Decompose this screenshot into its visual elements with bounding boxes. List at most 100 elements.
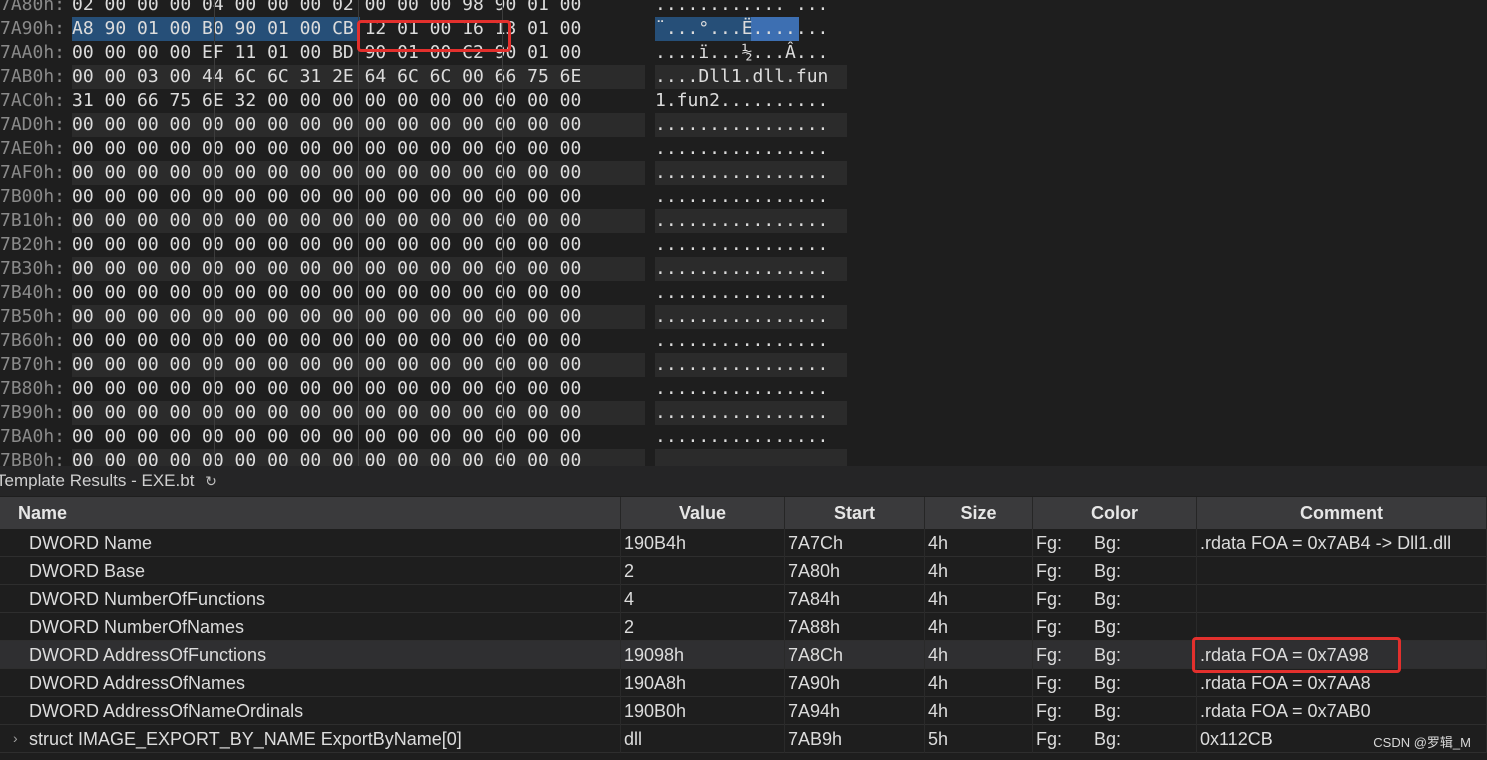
hex-address: 7AB0h: — [0, 66, 66, 87]
watermark: CSDN @罗辑_M — [1373, 735, 1471, 750]
hex-ascii[interactable]: ................ — [655, 353, 847, 377]
cell-size: 4h — [925, 613, 1033, 641]
cell-value: 4 — [621, 585, 785, 613]
refresh-icon[interactable]: ↻ — [205, 466, 217, 496]
highlight-box-bytes — [357, 20, 511, 52]
table-row[interactable]: DWORD NumberOfFunctions 4 7A84h 4h Fg: Bg: — [0, 585, 1487, 613]
table-row[interactable]: DWORD Base 2 7A80h 4h Fg: Bg: — [0, 557, 1487, 585]
hex-address: 7B20h: — [0, 234, 66, 255]
hex-row[interactable]: 7B00h: 00 00 00 00 00 00 00 00 00 00 00 0… — [0, 185, 1487, 209]
column-header-comment[interactable]: Comment — [1197, 497, 1487, 529]
hex-address: 7B60h: — [0, 330, 66, 351]
cell-color-bg: Bg: — [1092, 641, 1197, 669]
cell-color-fg: Fg: — [1036, 645, 1063, 665]
cell-start: 7AB9h — [785, 725, 925, 753]
column-header-color[interactable]: Color — [1033, 497, 1197, 529]
hex-ascii[interactable]: ................ — [655, 401, 847, 425]
hex-ascii[interactable]: ¨...°...Ë....... — [655, 17, 847, 41]
template-results-title: Template Results - EXE.bt — [0, 471, 195, 490]
cell-name: DWORD NumberOfNames — [0, 613, 621, 641]
hex-ascii[interactable]: ................ — [655, 425, 847, 449]
hex-group-divider-2 — [358, 0, 359, 466]
column-header-value[interactable]: Value — [621, 497, 785, 529]
hex-ascii[interactable]: ................ — [655, 233, 847, 257]
cell-color-fg: Fg: — [1036, 561, 1063, 581]
cell-start: 7A84h — [785, 585, 925, 613]
hex-ascii[interactable]: 1.fun2.......... — [655, 89, 847, 113]
hex-ascii[interactable]: ................ — [655, 137, 847, 161]
hex-address: 7B30h: — [0, 258, 66, 279]
cell-size: 4h — [925, 585, 1033, 613]
hex-row[interactable]: 7AE0h: 00 00 00 00 00 00 00 00 00 00 00 0… — [0, 137, 1487, 161]
cell-color-bg: Bg: — [1092, 669, 1197, 697]
hex-address: 7A80h: — [0, 0, 66, 15]
hex-row[interactable]: 7AF0h: 00 00 00 00 00 00 00 00 00 00 00 0… — [0, 161, 1487, 185]
cell-value: dll — [621, 725, 785, 753]
cell-color-fg: Fg: — [1036, 533, 1063, 553]
hex-row[interactable]: 7B50h: 00 00 00 00 00 00 00 00 00 00 00 0… — [0, 305, 1487, 329]
cell-color-bg: Bg: — [1092, 725, 1197, 753]
column-header-name[interactable]: Name — [0, 497, 621, 529]
hex-address: 7BB0h: — [0, 450, 66, 466]
table-row[interactable]: DWORD AddressOfNames 190A8h 7A90h 4h Fg: Bg:.… — [0, 669, 1487, 697]
hex-row[interactable]: 7BA0h: 00 00 00 00 00 00 00 00 00 00 00 0… — [0, 425, 1487, 449]
cell-start: 7A7Ch — [785, 529, 925, 557]
cell-name: struct IMAGE_EXPORT_BY_NAME ExportByName… — [0, 725, 621, 753]
hex-address: 7B40h: — [0, 282, 66, 303]
column-header-size[interactable]: Size — [925, 497, 1033, 529]
hex-row[interactable]: 7B30h: 00 00 00 00 00 00 00 00 00 00 00 0… — [0, 257, 1487, 281]
hex-ascii[interactable]: ................ — [655, 209, 847, 233]
cell-size: 5h — [925, 725, 1033, 753]
hex-ascii[interactable]: ....ï...½...Â... — [655, 41, 847, 65]
cell-value: 19098h — [621, 641, 785, 669]
hex-ascii[interactable] — [655, 449, 847, 466]
hex-row[interactable]: 7A90h: A8 90 01 00 B0 90 01 00 CB 12 01 0… — [0, 17, 1487, 41]
cell-color-fg: Fg: — [1036, 729, 1063, 749]
hex-ascii[interactable]: ............˜... — [655, 0, 847, 17]
hex-row[interactable]: 7AA0h: 00 00 00 00 EF 11 01 00 BD 90 01 0… — [0, 41, 1487, 65]
hex-address: 7A90h: — [0, 18, 66, 39]
cell-color-bg: Bg: — [1092, 613, 1197, 641]
hex-ascii[interactable]: ................ — [655, 185, 847, 209]
hex-ascii[interactable]: ................ — [655, 281, 847, 305]
cell-color-bg: Bg: — [1092, 557, 1197, 585]
hex-address: 7B70h: — [0, 354, 66, 375]
hex-row[interactable]: 7B10h: 00 00 00 00 00 00 00 00 00 00 00 0… — [0, 209, 1487, 233]
cell-size: 4h — [925, 669, 1033, 697]
hex-ascii[interactable]: ....Dll1.dll.fun — [655, 65, 847, 89]
cell-color-bg: Bg: — [1092, 529, 1197, 557]
template-results-table: Name Value Start Size Color Comment DWOR… — [0, 497, 1487, 760]
table-row[interactable]: DWORD AddressOfNameOrdinals 190B0h 7A94h 4h… — [0, 697, 1487, 725]
hex-row[interactable]: 7BB0h: 00 00 00 00 00 00 00 00 00 00 00 0… — [0, 449, 1487, 466]
hex-editor[interactable]: 7A80h: 02 00 00 00 04 00 00 00 02 00 00 0… — [0, 0, 1487, 466]
hex-row[interactable]: 7AD0h: 00 00 00 00 00 00 00 00 00 00 00 0… — [0, 113, 1487, 137]
table-row[interactable]: › struct IMAGE_EXPORT_BY_NAME ExportByNam… — [0, 725, 1487, 753]
hex-row[interactable]: 7B20h: 00 00 00 00 00 00 00 00 00 00 00 0… — [0, 233, 1487, 257]
hex-row[interactable]: 7A80h: 02 00 00 00 04 00 00 00 02 00 00 0… — [0, 0, 1487, 17]
hex-row[interactable]: 7AB0h: 00 00 03 00 44 6C 6C 31 2E 64 6C 6… — [0, 65, 1487, 89]
cell-value: 190B4h — [621, 529, 785, 557]
hex-ascii[interactable]: ................ — [655, 113, 847, 137]
hex-row[interactable]: 7B90h: 00 00 00 00 00 00 00 00 00 00 00 0… — [0, 401, 1487, 425]
hex-row[interactable]: 7B70h: 00 00 00 00 00 00 00 00 00 00 00 0… — [0, 353, 1487, 377]
hex-row[interactable]: 7B80h: 00 00 00 00 00 00 00 00 00 00 00 0… — [0, 377, 1487, 401]
cell-size: 4h — [925, 641, 1033, 669]
hex-ascii[interactable]: ................ — [655, 329, 847, 353]
hex-address: 7AF0h: — [0, 162, 66, 183]
column-header-start[interactable]: Start — [785, 497, 925, 529]
hex-ascii[interactable]: ................ — [655, 257, 847, 281]
cell-start: 7A94h — [785, 697, 925, 725]
highlight-box-comment — [1192, 637, 1401, 673]
hex-row[interactable]: 7AC0h: 31 00 66 75 6E 32 00 00 00 00 00 0… — [0, 89, 1487, 113]
hex-ascii[interactable]: ................ — [655, 377, 847, 401]
table-row[interactable]: DWORD Name 190B4h 7A7Ch 4h Fg: Bg: .rdata FOA … — [0, 529, 1487, 557]
hex-ascii[interactable]: ................ — [655, 161, 847, 185]
cell-comment: .rdata FOA = 0x7AB4 -> Dll1.dll — [1197, 529, 1487, 557]
hex-ascii[interactable]: ................ — [655, 305, 847, 329]
cell-value: 190B0h — [621, 697, 785, 725]
hex-row[interactable]: 7B40h: 00 00 00 00 00 00 00 00 00 00 00 0… — [0, 281, 1487, 305]
hex-row[interactable]: 7B60h: 00 00 00 00 00 00 00 00 00 00 00 0… — [0, 329, 1487, 353]
cell-name: DWORD AddressOfFunctions — [0, 641, 621, 669]
hex-address: 7BA0h: — [0, 426, 66, 447]
cell-value: 190A8h — [621, 669, 785, 697]
